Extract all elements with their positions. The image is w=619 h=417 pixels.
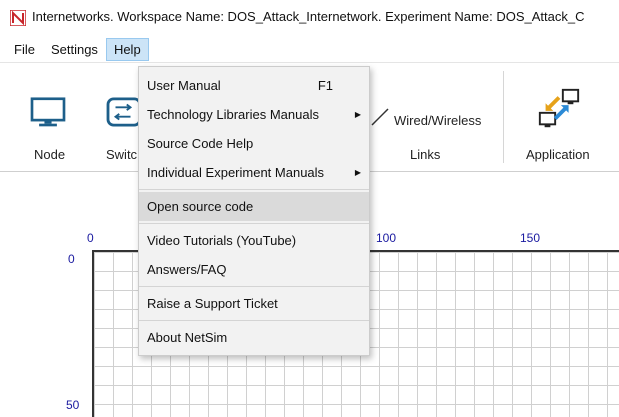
- link-line-icon: [371, 108, 389, 126]
- menu-settings[interactable]: Settings: [43, 38, 106, 61]
- help-about-netsim-label: About NetSim: [147, 330, 228, 345]
- x-tick-100: 100: [376, 231, 397, 245]
- help-answers-faq-label: Answers/FAQ: [147, 262, 227, 277]
- menu-separator: [139, 189, 369, 190]
- help-answers-faq[interactable]: Answers/FAQ: [139, 255, 369, 284]
- node-tool-button[interactable]: Node: [22, 93, 72, 163]
- y-tick-0: 0: [68, 252, 75, 266]
- monitor-icon: [30, 97, 66, 127]
- window-title: Internetworks. Workspace Name: DOS_Attac…: [32, 9, 585, 24]
- help-raise-support-ticket[interactable]: Raise a Support Ticket: [139, 289, 369, 318]
- y-tick-50: 50: [66, 398, 80, 412]
- menu-bar: File Settings Help: [0, 36, 619, 62]
- ribbon-separator: [503, 71, 504, 163]
- help-menu-dropdown: User Manual F1 Technology Libraries Manu…: [138, 66, 370, 356]
- help-about-netsim[interactable]: About NetSim: [139, 323, 369, 352]
- submenu-arrow-icon: ▶: [354, 168, 361, 177]
- help-video-tutorials[interactable]: Video Tutorials (YouTube): [139, 226, 369, 255]
- menu-separator: [139, 286, 369, 287]
- links-tool-button[interactable]: Wired/Wireless Links: [368, 93, 498, 163]
- help-video-tutorials-label: Video Tutorials (YouTube): [147, 233, 297, 248]
- application-tool-button[interactable]: Application: [520, 87, 600, 163]
- switch-label: Switc: [106, 147, 138, 162]
- menu-separator: [139, 320, 369, 321]
- application-label: Application: [526, 147, 590, 162]
- x-tick-0: 0: [87, 231, 94, 245]
- help-raise-support-ticket-label: Raise a Support Ticket: [147, 296, 278, 311]
- menu-separator: [139, 223, 369, 224]
- help-individual-experiment-label: Individual Experiment Manuals: [147, 165, 325, 180]
- help-technology-libraries-manuals[interactable]: Technology Libraries Manuals ▶: [139, 100, 369, 129]
- help-individual-experiment-manuals[interactable]: Individual Experiment Manuals ▶: [139, 158, 369, 187]
- help-user-manual-shortcut: F1: [317, 78, 333, 93]
- app-window: Internetworks. Workspace Name: DOS_Attac…: [0, 0, 619, 417]
- links-type-label: Wired/Wireless: [394, 113, 482, 128]
- help-open-source-code[interactable]: Open source code: [139, 192, 369, 221]
- x-tick-150: 150: [520, 231, 541, 245]
- help-technology-libraries-label: Technology Libraries Manuals: [147, 107, 319, 122]
- help-user-manual-label: User Manual: [147, 78, 221, 93]
- switch-tool-button[interactable]: Switc: [104, 93, 140, 163]
- switch-icon: [106, 97, 140, 127]
- title-bar: Internetworks. Workspace Name: DOS_Attac…: [0, 0, 619, 30]
- submenu-arrow-icon: ▶: [354, 110, 361, 119]
- menu-file[interactable]: File: [6, 38, 43, 61]
- help-source-code-help[interactable]: Source Code Help: [139, 129, 369, 158]
- help-user-manual[interactable]: User Manual F1: [139, 71, 369, 100]
- node-label: Node: [34, 147, 66, 162]
- links-label: Links: [410, 147, 441, 162]
- help-open-source-code-label: Open source code: [147, 199, 254, 214]
- menu-help[interactable]: Help: [105, 37, 149, 61]
- help-source-code-help-label: Source Code Help: [147, 136, 254, 151]
- netsim-logo-icon: [10, 10, 26, 26]
- application-icon: [538, 88, 580, 128]
